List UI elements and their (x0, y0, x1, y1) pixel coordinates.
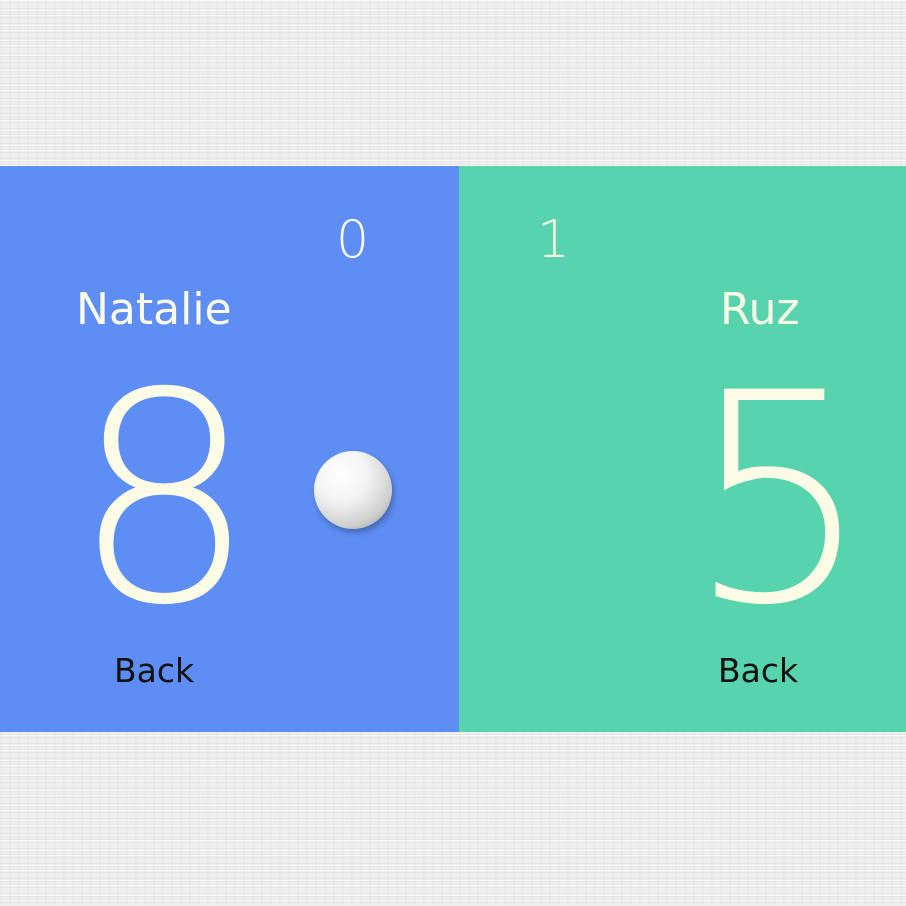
ping-pong-ball-icon (314, 451, 392, 529)
left-player-points[interactable]: 8 (72, 356, 257, 646)
right-player-name: Ruz (720, 284, 800, 335)
right-back-button[interactable]: Back (718, 654, 798, 687)
right-games-won: 1 (537, 210, 571, 270)
right-player-panel[interactable]: 1 Ruz 5 Back (459, 166, 906, 732)
left-player-name: Natalie (76, 284, 232, 335)
right-player-points[interactable]: 5 (687, 356, 872, 646)
left-back-button[interactable]: Back (114, 654, 194, 687)
scoreboard: 0 Natalie 8 Back 1 Ruz 5 Back (0, 166, 906, 732)
left-games-won: 0 (336, 210, 370, 270)
left-player-panel[interactable]: 0 Natalie 8 Back (0, 166, 459, 732)
